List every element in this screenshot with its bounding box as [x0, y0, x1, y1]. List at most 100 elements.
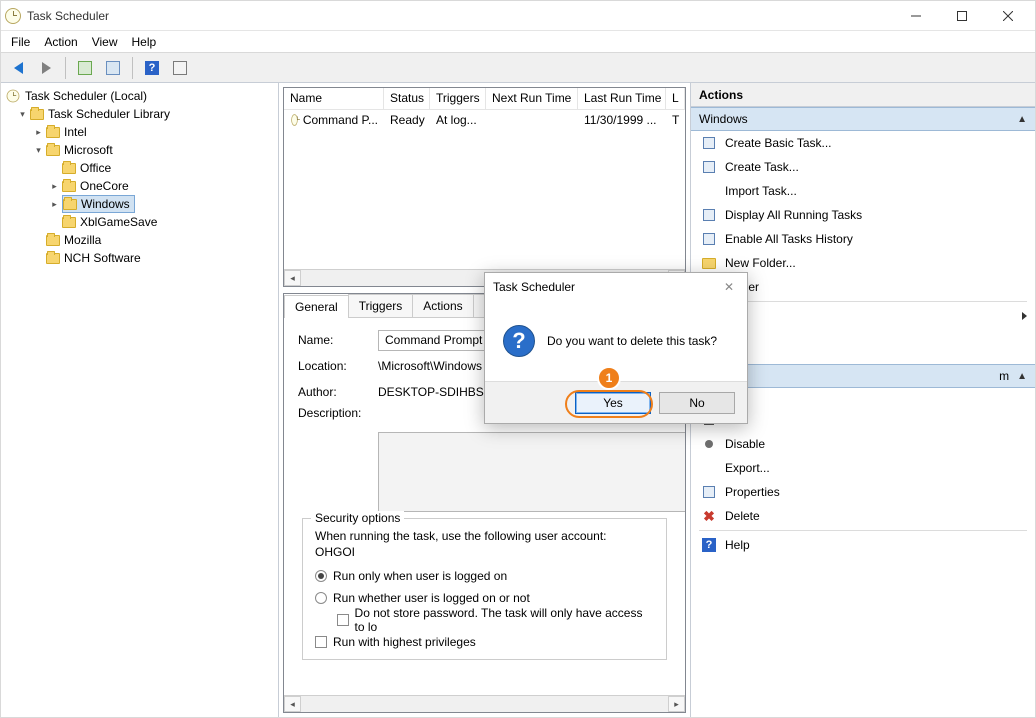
col-triggers[interactable]: Triggers — [430, 88, 486, 109]
tree-onecore[interactable]: ▸ OneCore — [3, 177, 276, 195]
task-l: T — [666, 111, 685, 129]
list-icon — [701, 207, 717, 223]
action-import-task[interactable]: Import Task... — [691, 179, 1035, 203]
collapse-icon[interactable]: ▲ — [1017, 371, 1027, 382]
col-status[interactable]: Status — [384, 88, 430, 109]
toolbar-help-button[interactable]: ? — [141, 57, 163, 79]
collapse-icon[interactable]: ▲ — [1017, 114, 1027, 125]
dialog-titlebar: Task Scheduler ✕ — [485, 273, 747, 301]
expander-icon[interactable]: ▾ — [17, 109, 28, 120]
col-last[interactable]: Last Run Time — [578, 88, 666, 109]
tree-office[interactable]: Office — [3, 159, 276, 177]
tree-mozilla[interactable]: Mozilla — [3, 231, 276, 249]
toolbar-btn-2[interactable] — [102, 57, 124, 79]
tab-general[interactable]: General — [284, 295, 349, 318]
tree-root[interactable]: Task Scheduler (Local) — [3, 87, 276, 105]
tree-label: OneCore — [80, 179, 129, 193]
yes-label: Yes — [603, 396, 623, 410]
actions-group-windows[interactable]: Windows ▲ — [691, 107, 1035, 131]
details-horizontal-scrollbar[interactable]: ◂ ▸ — [284, 695, 685, 712]
chevron-right-icon — [1022, 312, 1027, 320]
wizard-icon — [701, 135, 717, 151]
tree-label: Mozilla — [64, 233, 101, 247]
question-icon: ? — [503, 325, 535, 357]
action-label: Export... — [725, 461, 770, 475]
expander-icon[interactable]: ▸ — [49, 181, 60, 192]
action-label: Create Basic Task... — [725, 136, 832, 150]
delete-icon: ✖ — [701, 508, 717, 524]
dialog-close-button[interactable]: ✕ — [719, 280, 739, 294]
action-enable-history[interactable]: Enable All Tasks History — [691, 227, 1035, 251]
task-row[interactable]: Command P... Ready At log... 11/30/1999 … — [284, 110, 685, 130]
tree-xblgamesave[interactable]: XblGameSave — [3, 213, 276, 231]
toolbar-btn-3[interactable] — [169, 57, 191, 79]
task-status: Ready — [384, 111, 430, 129]
tree-label: NCH Software — [64, 251, 141, 265]
action-export[interactable]: Export... — [691, 456, 1035, 480]
task-next — [486, 118, 578, 122]
properties-icon — [701, 484, 717, 500]
forward-button[interactable] — [35, 57, 57, 79]
checkbox-no-store-password[interactable] — [337, 614, 349, 626]
yes-button[interactable]: Yes — [575, 392, 651, 414]
tab-actions[interactable]: Actions — [412, 294, 473, 317]
action-display-running[interactable]: Display All Running Tasks — [691, 203, 1035, 227]
action-label: Help — [725, 538, 750, 552]
menubar: File Action View Help — [1, 31, 1035, 53]
tree-root-label: Task Scheduler (Local) — [25, 89, 147, 103]
maximize-button[interactable] — [939, 1, 985, 31]
scroll-left-icon[interactable]: ◂ — [284, 270, 301, 286]
tree-microsoft[interactable]: ▾ Microsoft — [3, 141, 276, 159]
expander-icon[interactable]: ▸ — [49, 199, 60, 210]
col-next[interactable]: Next Run Time — [486, 88, 578, 109]
close-button[interactable] — [985, 1, 1031, 31]
folder-icon — [62, 217, 76, 228]
action-help[interactable]: ? Help — [691, 533, 1035, 557]
help-icon: ? — [701, 537, 717, 553]
folder-icon — [63, 199, 77, 210]
description-field[interactable] — [378, 432, 685, 512]
label-author: Author: — [298, 385, 378, 399]
window-title: Task Scheduler — [27, 9, 109, 23]
security-when-running: When running the task, use the following… — [315, 529, 654, 543]
action-delete[interactable]: ✖Delete — [691, 504, 1035, 528]
menu-view[interactable]: View — [92, 35, 118, 49]
disable-icon — [701, 436, 717, 452]
security-legend: Security options — [311, 511, 404, 525]
toolbar-separator — [132, 57, 133, 79]
tasks-list: Name Status Triggers Next Run Time Last … — [283, 87, 686, 287]
checkbox-run-highest[interactable] — [315, 636, 327, 648]
action-label: Import Task... — [725, 184, 797, 198]
scroll-right-icon[interactable]: ▸ — [668, 696, 685, 712]
col-l[interactable]: L — [666, 88, 685, 109]
radio-run-whether[interactable] — [315, 592, 327, 604]
scroll-left-icon[interactable]: ◂ — [284, 696, 301, 712]
action-properties[interactable]: Properties — [691, 480, 1035, 504]
dialog-title: Task Scheduler — [493, 280, 575, 294]
action-create-basic-task[interactable]: Create Basic Task... — [691, 131, 1035, 155]
expander-icon[interactable]: ▾ — [33, 145, 44, 156]
tree-nch[interactable]: NCH Software — [3, 249, 276, 267]
actions-group-label: Windows — [699, 112, 748, 126]
minimize-button[interactable] — [893, 1, 939, 31]
tree-label: Task Scheduler Library — [48, 107, 170, 121]
no-button[interactable]: No — [659, 392, 735, 414]
actions-title: Actions — [691, 83, 1035, 107]
col-name[interactable]: Name — [284, 88, 384, 109]
expander-icon[interactable]: ▸ — [33, 127, 44, 138]
actions-separator — [699, 301, 1027, 302]
label-description: Description: — [298, 406, 378, 420]
tree-library[interactable]: ▾ Task Scheduler Library — [3, 105, 276, 123]
radio-run-logged-on[interactable] — [315, 570, 327, 582]
tree-intel[interactable]: ▸ Intel — [3, 123, 276, 141]
tree-windows[interactable]: ▸ Windows — [3, 195, 276, 213]
task-icon — [701, 159, 717, 175]
menu-file[interactable]: File — [11, 35, 30, 49]
action-create-task[interactable]: Create Task... — [691, 155, 1035, 179]
action-disable[interactable]: Disable — [691, 432, 1035, 456]
menu-action[interactable]: Action — [44, 35, 77, 49]
back-button[interactable] — [7, 57, 29, 79]
toolbar-btn-1[interactable] — [74, 57, 96, 79]
tab-triggers[interactable]: Triggers — [348, 294, 414, 317]
menu-help[interactable]: Help — [132, 35, 157, 49]
